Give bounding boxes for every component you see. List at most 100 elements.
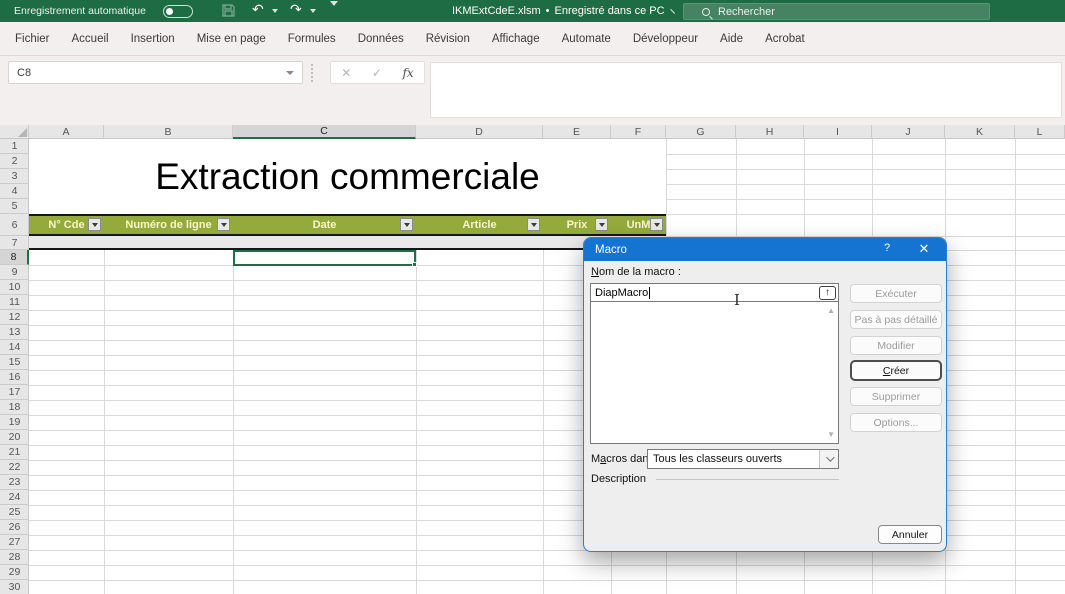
ribbon-tab-fichier[interactable]: Fichier (4, 22, 61, 55)
macro-name-input[interactable]: DiapMacro ↑ (590, 283, 839, 302)
column-header-h[interactable]: H (736, 125, 804, 139)
cancel-entry-icon[interactable]: ✕ (341, 66, 351, 80)
title-bar: Enregistrement automatique ↶ ↷ IKMExtCde… (0, 0, 1065, 22)
autosave-toggle[interactable] (163, 5, 193, 18)
ribbon-tab-acrobat[interactable]: Acrobat (754, 22, 816, 55)
filter-dropdown-icon[interactable] (217, 218, 230, 231)
select-all-corner[interactable] (0, 125, 29, 139)
ribbon-tab-développeur[interactable]: Développeur (622, 22, 709, 55)
row-header-9[interactable]: 9 (0, 265, 29, 280)
redo-icon[interactable]: ↷ (290, 1, 302, 18)
row-header-28[interactable]: 28 (0, 550, 29, 565)
row-header-30[interactable]: 30 (0, 580, 29, 594)
row-header-24[interactable]: 24 (0, 490, 29, 505)
confirm-entry-icon[interactable]: ✓ (372, 66, 382, 80)
row-header-8[interactable]: 8 (0, 250, 29, 265)
name-box-dropdown-icon[interactable] (286, 71, 294, 75)
macro-listbox[interactable]: ▲ ▼ (590, 302, 839, 444)
column-header-g[interactable]: G (666, 125, 736, 139)
filename-separator: • (546, 5, 550, 17)
row-header-19[interactable]: 19 (0, 415, 29, 430)
row-header-15[interactable]: 15 (0, 355, 29, 370)
undo-dropdown-icon[interactable] (272, 9, 278, 13)
row-header-12[interactable]: 12 (0, 310, 29, 325)
row-header-11[interactable]: 11 (0, 295, 29, 310)
supprimer-button[interactable]: Supprimer (850, 387, 942, 406)
ribbon-tab-données[interactable]: Données (347, 22, 415, 55)
cancel-button[interactable]: Annuler (878, 525, 942, 544)
row-header-25[interactable]: 25 (0, 505, 29, 520)
modifier-button[interactable]: Modifier (850, 336, 942, 355)
undo-icon[interactable]: ↶ (252, 1, 264, 18)
options-button[interactable]: Options... (850, 413, 942, 432)
row-header-10[interactable]: 10 (0, 280, 29, 295)
créer-button[interactable]: Créer (850, 360, 942, 381)
document-title[interactable]: IKMExtCdeE.xlsm • Enregistré dans ce PC (452, 5, 676, 17)
column-header-a[interactable]: A (29, 125, 104, 139)
row-header-16[interactable]: 16 (0, 370, 29, 385)
ribbon-tab-mise-en-page[interactable]: Mise en page (186, 22, 277, 55)
insert-function-icon[interactable]: fx (402, 66, 413, 80)
table-spacer-row[interactable] (29, 236, 666, 250)
ribbon-tab-révision[interactable]: Révision (415, 22, 481, 55)
row-header-2[interactable]: 2 (0, 154, 29, 169)
combo-dropdown-icon[interactable] (819, 450, 838, 468)
pas-à-pas-détaillé-button[interactable]: Pas à pas détaillé (850, 310, 942, 329)
row-header-6[interactable]: 6 (0, 214, 29, 236)
name-box[interactable]: C8 (8, 61, 303, 84)
formula-input[interactable] (430, 62, 1062, 118)
row-header-5[interactable]: 5 (0, 199, 29, 214)
column-header-b[interactable]: B (104, 125, 233, 139)
row-header-14[interactable]: 14 (0, 340, 29, 355)
column-header-k[interactable]: K (945, 125, 1015, 139)
column-header-c[interactable]: C (233, 125, 416, 139)
ribbon-tab-accueil[interactable]: Accueil (61, 22, 120, 55)
row-header-1[interactable]: 1 (0, 139, 29, 154)
row-header-4[interactable]: 4 (0, 184, 29, 199)
scroll-up-icon[interactable]: ▲ (827, 306, 835, 315)
ribbon-tab-aide[interactable]: Aide (709, 22, 754, 55)
collapse-up-icon[interactable]: ↑ (819, 286, 836, 300)
column-header-j[interactable]: J (872, 125, 945, 139)
close-icon[interactable]: ✕ (916, 241, 932, 257)
row-header-21[interactable]: 21 (0, 445, 29, 460)
exécuter-button[interactable]: Exécuter (850, 284, 942, 303)
filter-dropdown-icon[interactable] (595, 218, 608, 231)
row-header-29[interactable]: 29 (0, 565, 29, 580)
row-header-7[interactable]: 7 (0, 236, 29, 250)
column-header-i[interactable]: I (804, 125, 872, 139)
ibeam-cursor: I (734, 291, 740, 309)
scroll-down-icon[interactable]: ▼ (827, 430, 835, 439)
column-header-d[interactable]: D (416, 125, 543, 139)
help-icon[interactable]: ? (880, 242, 894, 254)
ribbon-tab-insertion[interactable]: Insertion (120, 22, 186, 55)
column-header-l[interactable]: L (1015, 125, 1065, 139)
row-header-18[interactable]: 18 (0, 400, 29, 415)
row-header-22[interactable]: 22 (0, 460, 29, 475)
fill-handle[interactable] (412, 262, 417, 267)
ribbon-tab-affichage[interactable]: Affichage (481, 22, 551, 55)
filter-dropdown-icon[interactable] (88, 218, 101, 231)
row-header-13[interactable]: 13 (0, 325, 29, 340)
filter-dropdown-icon[interactable] (650, 218, 663, 231)
ribbon-tab-automate[interactable]: Automate (551, 22, 622, 55)
merged-title-cell[interactable]: Extraction commerciale (29, 139, 666, 214)
column-header-e[interactable]: E (543, 125, 611, 139)
selected-cell-c8[interactable] (233, 250, 416, 266)
row-header-17[interactable]: 17 (0, 385, 29, 400)
dialog-title: Macro (595, 244, 627, 256)
redo-dropdown-icon[interactable] (310, 9, 316, 13)
search-input[interactable]: Rechercher (683, 3, 990, 20)
filter-dropdown-icon[interactable] (400, 218, 413, 231)
save-icon[interactable] (222, 4, 235, 22)
column-header-f[interactable]: F (611, 125, 666, 139)
macros-in-select[interactable]: Tous les classeurs ouverts (647, 449, 839, 469)
row-header-27[interactable]: 27 (0, 535, 29, 550)
row-header-3[interactable]: 3 (0, 169, 29, 184)
filter-dropdown-icon[interactable] (527, 218, 540, 231)
ribbon-tab-formules[interactable]: Formules (277, 22, 347, 55)
row-header-23[interactable]: 23 (0, 475, 29, 490)
row-header-20[interactable]: 20 (0, 430, 29, 445)
table-header-2: Numéro de ligne (104, 216, 233, 234)
row-header-26[interactable]: 26 (0, 520, 29, 535)
